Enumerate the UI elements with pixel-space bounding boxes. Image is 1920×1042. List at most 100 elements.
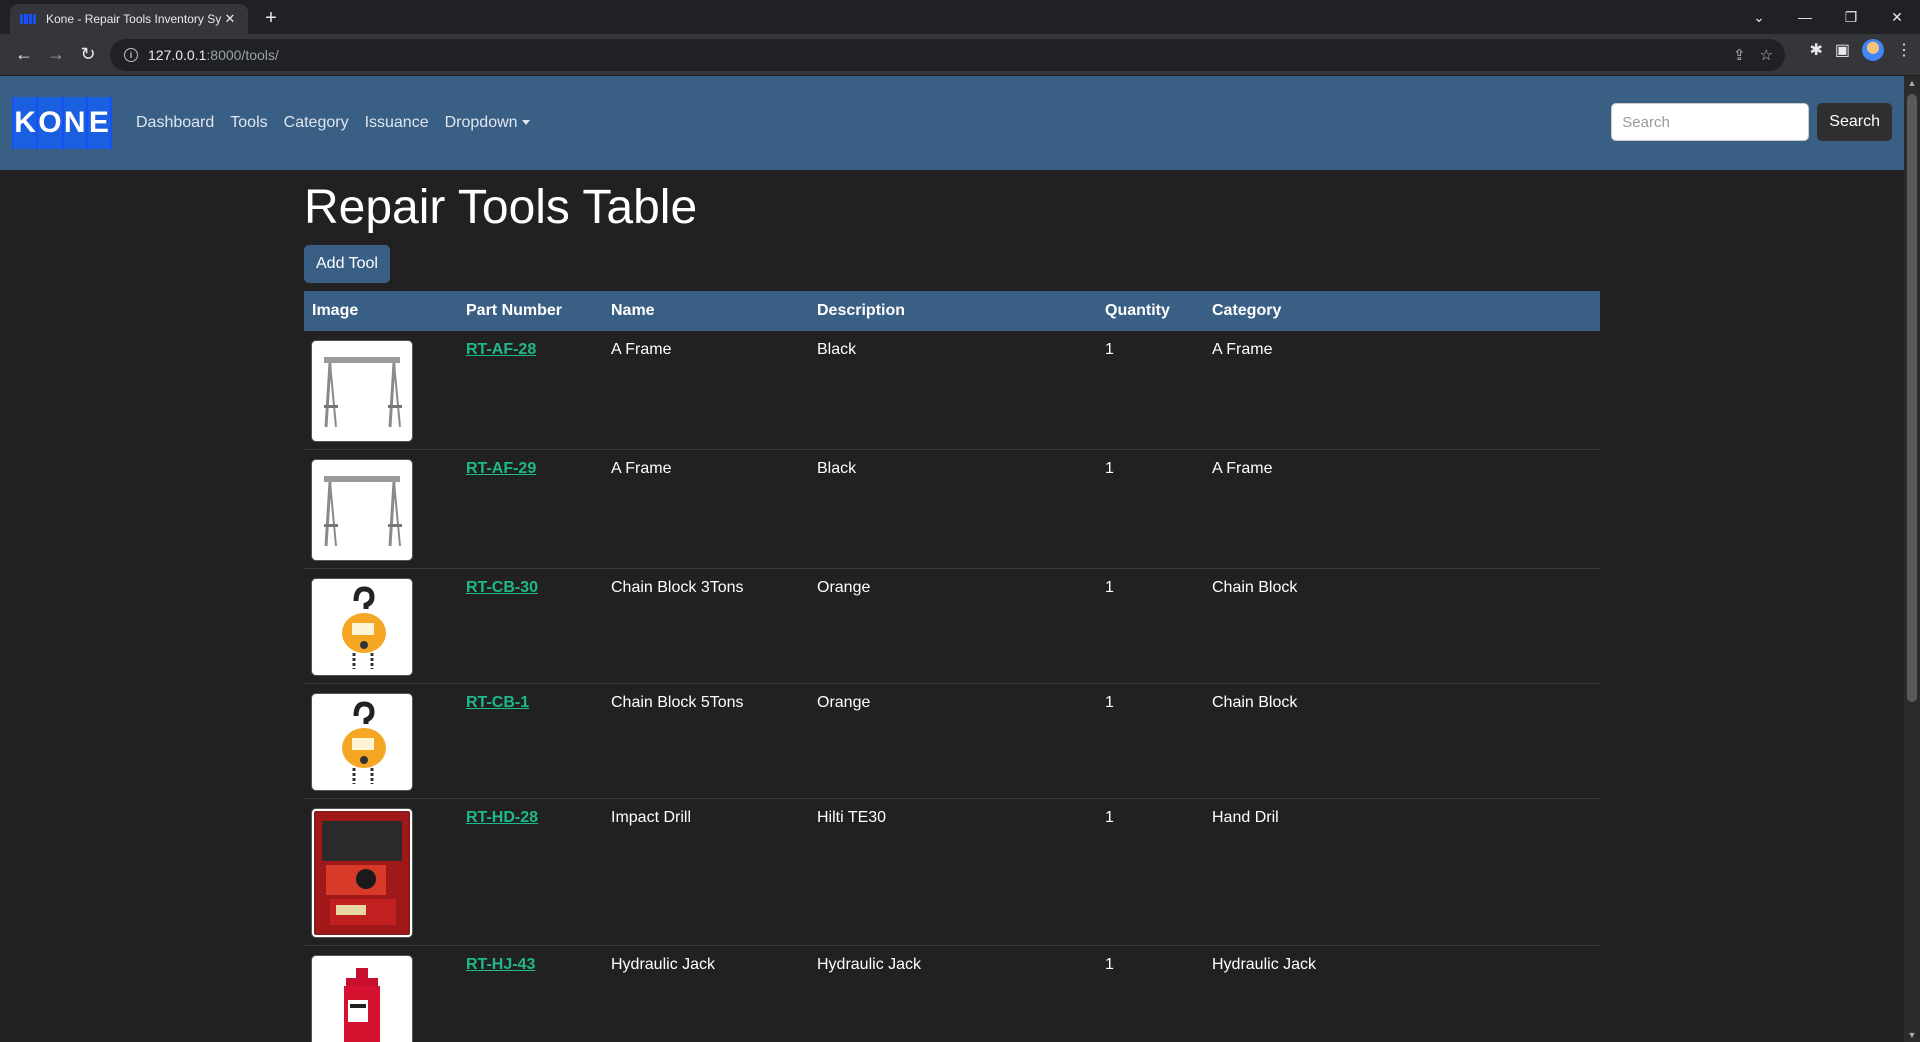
forward-icon[interactable]: → xyxy=(40,39,72,71)
tab-title: Kone - Repair Tools Inventory Sy xyxy=(46,12,222,26)
category-cell: A Frame xyxy=(1204,449,1600,569)
quantity-cell: 1 xyxy=(1097,945,1204,1042)
add-tool-button[interactable]: Add Tool xyxy=(304,244,390,283)
table-row: RT-CB-1 Chain Block 5Tons Orange 1 Chain… xyxy=(304,683,1600,799)
nav-dropdown-label: Dropdown xyxy=(444,114,518,131)
minimize-icon[interactable]: — xyxy=(1782,0,1828,34)
new-tab-icon[interactable]: + xyxy=(258,6,284,32)
url-host: 127.0.0.1 xyxy=(148,47,207,63)
part-number-link[interactable]: RT-AF-29 xyxy=(466,460,536,477)
share-icon[interactable]: ⇪ xyxy=(1733,46,1746,64)
kone-logo[interactable]: K O N E xyxy=(12,97,112,149)
category-cell: Hydraulic Jack xyxy=(1204,945,1600,1042)
part-number-link[interactable]: RT-AF-28 xyxy=(466,341,536,358)
a-frame-icon xyxy=(324,475,402,546)
image-cell xyxy=(304,568,458,684)
table-row: RT-AF-29 A Frame Black 1 A Frame xyxy=(304,449,1600,569)
tab-search-icon[interactable]: ⌄ xyxy=(1736,0,1782,34)
caret-down-icon xyxy=(521,120,530,126)
col-header-part-number: Part Number xyxy=(458,290,603,331)
app-navbar: K O N E Dashboard Tools Category Issuanc… xyxy=(0,76,1904,170)
tools-table: Image Part Number Name Description Quant… xyxy=(304,290,1600,1042)
part-number-link[interactable]: RT-HJ-43 xyxy=(466,956,535,973)
chain-block-icon xyxy=(342,586,386,669)
table-row: RT-HJ-43 Hydraulic Jack Hydraulic Jack 1… xyxy=(304,945,1600,1042)
col-header-image: Image xyxy=(304,290,458,331)
url-path: :8000/tools/ xyxy=(206,47,279,63)
tool-image-a-frame xyxy=(312,340,412,441)
tool-image-impact-drill xyxy=(312,808,412,937)
extensions-icon[interactable]: ✱ xyxy=(1809,40,1822,60)
part-number-cell: RT-HJ-43 xyxy=(458,945,603,1042)
scroll-up-icon[interactable]: ▲ xyxy=(1904,78,1920,88)
profile-avatar[interactable] xyxy=(1862,39,1884,61)
name-cell: Impact Drill xyxy=(603,798,809,946)
restore-icon[interactable]: ❐ xyxy=(1828,0,1874,34)
name-cell: Chain Block 5Tons xyxy=(603,683,809,799)
image-cell xyxy=(304,449,458,569)
back-icon[interactable]: ← xyxy=(8,39,40,71)
browser-menu-icon[interactable]: ⋮ xyxy=(1896,40,1912,60)
browser-toolbar: ← → ↻ i 127.0.0.1:8000/tools/ ⇪ ☆ ✱ ▣ ⋮ xyxy=(0,34,1920,76)
bookmark-star-icon[interactable]: ☆ xyxy=(1760,46,1773,64)
nav-issuance[interactable]: Issuance xyxy=(365,114,429,132)
part-number-cell: RT-HD-28 xyxy=(458,798,603,946)
quantity-cell: 1 xyxy=(1097,798,1204,946)
col-header-category: Category xyxy=(1204,290,1600,331)
a-frame-icon xyxy=(324,356,402,427)
category-cell: Chain Block xyxy=(1204,568,1600,684)
search-input[interactable] xyxy=(1611,103,1810,141)
name-cell: A Frame xyxy=(603,449,809,569)
table-row: RT-HD-28 Impact Drill Hilti TE30 1 Hand … xyxy=(304,798,1600,946)
site-info-icon[interactable]: i xyxy=(124,48,138,62)
part-number-link[interactable]: RT-HD-28 xyxy=(466,809,538,826)
table-row: RT-CB-30 Chain Block 3Tons Orange 1 Chai… xyxy=(304,568,1600,684)
browser-tab[interactable]: Kone - Repair Tools Inventory Sy ✕ xyxy=(10,4,248,34)
tool-image-chain-block xyxy=(312,693,412,790)
part-number-cell: RT-CB-30 xyxy=(458,568,603,684)
close-window-icon[interactable]: ✕ xyxy=(1874,0,1920,34)
kone-favicon-icon xyxy=(20,14,36,24)
quantity-cell: 1 xyxy=(1097,330,1204,450)
search-button[interactable]: Search xyxy=(1817,103,1892,141)
nav-dashboard[interactable]: Dashboard xyxy=(136,114,214,132)
description-cell: Black xyxy=(809,449,1097,569)
description-cell: Orange xyxy=(809,568,1097,684)
scroll-down-icon[interactable]: ▼ xyxy=(1904,1030,1920,1040)
tool-image-a-frame xyxy=(312,459,412,560)
table-header-row: Image Part Number Name Description Quant… xyxy=(304,290,1600,331)
page-scrollbar[interactable]: ▲ ▼ xyxy=(1904,76,1920,1042)
description-cell: Orange xyxy=(809,683,1097,799)
tab-close-icon[interactable]: ✕ xyxy=(222,11,238,27)
search-form: Search xyxy=(1611,103,1892,141)
description-cell: Black xyxy=(809,330,1097,450)
reload-icon[interactable]: ↻ xyxy=(72,39,104,71)
nav-category[interactable]: Category xyxy=(284,114,349,132)
chain-block-icon xyxy=(342,701,386,784)
tool-image-chain-block xyxy=(312,578,412,675)
impact-drill-icon xyxy=(316,812,408,933)
page-viewport: K O N E Dashboard Tools Category Issuanc… xyxy=(0,76,1920,1042)
part-number-link[interactable]: RT-CB-1 xyxy=(466,694,529,711)
nav-links: Dashboard Tools Category Issuance Dropdo… xyxy=(136,114,530,132)
col-header-quantity: Quantity xyxy=(1097,290,1204,331)
main-content: Repair Tools Table Add Tool Image Part N… xyxy=(304,170,1600,1042)
nav-dropdown[interactable]: Dropdown xyxy=(445,114,530,132)
name-cell: Chain Block 3Tons xyxy=(603,568,809,684)
image-cell xyxy=(304,945,458,1042)
part-number-link[interactable]: RT-CB-30 xyxy=(466,579,538,596)
name-cell: A Frame xyxy=(603,330,809,450)
part-number-cell: RT-AF-29 xyxy=(458,449,603,569)
scrollbar-thumb[interactable] xyxy=(1907,94,1917,702)
nav-tools[interactable]: Tools xyxy=(230,114,267,132)
hydraulic-jack-icon xyxy=(344,967,380,1042)
name-cell: Hydraulic Jack xyxy=(603,945,809,1042)
side-panel-icon[interactable]: ▣ xyxy=(1835,40,1850,60)
image-cell xyxy=(304,683,458,799)
part-number-cell: RT-AF-28 xyxy=(458,330,603,450)
tool-image-hydraulic-jack xyxy=(312,955,412,1042)
address-bar[interactable]: i 127.0.0.1:8000/tools/ ⇪ ☆ xyxy=(110,39,1785,71)
quantity-cell: 1 xyxy=(1097,568,1204,684)
logo-letter: K xyxy=(14,97,37,149)
category-cell: Chain Block xyxy=(1204,683,1600,799)
